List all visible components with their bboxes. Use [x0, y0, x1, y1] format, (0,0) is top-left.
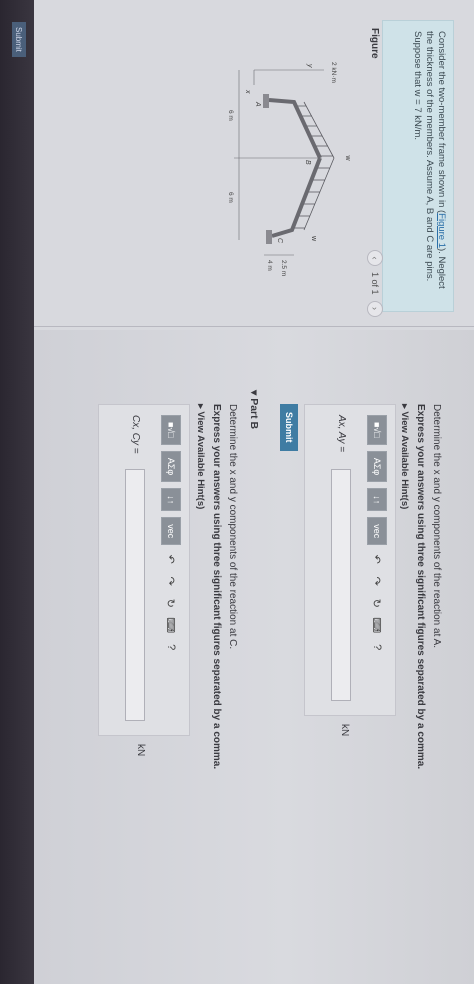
vec-button[interactable]: vec [367, 517, 387, 546]
taskbar-edge [0, 0, 34, 984]
support-c [266, 230, 272, 244]
part-a-answer-box: ■√□ AΣφ ↓↑ vec ↶ ↷ ↻ ⌨ ? Ax, Ay = [304, 404, 396, 716]
frame-figure: w w 2 kN·m A B C 6 m 6 m 2.5 m 4 m y x [227, 62, 351, 276]
part-b-toolbar: ■√□ AΣφ ↓↑ vec ↶ ↷ ↻ ⌨ ? [161, 415, 181, 655]
load-label-left: w [344, 154, 351, 161]
part-a-submit-button[interactable]: Submit [280, 404, 298, 451]
moment-label: 2 kN·m [330, 62, 337, 83]
member-bc [271, 157, 322, 238]
part-a-unit: kN [339, 724, 350, 737]
dim-left-label: 6 m [227, 110, 234, 121]
figure-counter: 1 of 1 [370, 272, 380, 295]
pin-a-label: A [254, 101, 261, 107]
part-b-instruction: Express your answers using three signifi… [211, 404, 222, 770]
panel-divider[interactable] [34, 326, 474, 327]
dim-right-label: 6 m [227, 192, 234, 203]
part-a-answer-input[interactable] [331, 469, 351, 701]
part-b-answer-box: ■√□ AΣφ ↓↑ vec ↶ ↷ ↻ ⌨ ? Cx, Cy = [98, 404, 190, 736]
load-label-right: w [310, 235, 317, 242]
part-a-instruction: Express your answers using three signifi… [415, 404, 426, 770]
vec-button[interactable]: vec [161, 517, 181, 546]
distributed-load-right [293, 157, 335, 231]
dim-base-label: 4 m [266, 260, 273, 271]
rotated-browser-page: Consider the two-member frame shown in (… [0, 0, 474, 984]
member-ab [268, 98, 322, 159]
problem-statement-box: Consider the two-member frame shown in (… [382, 20, 454, 312]
reset-icon[interactable]: ↻ [369, 595, 385, 611]
figure-heading: Figure [369, 28, 380, 59]
chevron-right-icon[interactable]: › [367, 300, 383, 317]
keyboard-icon[interactable]: ⌨ [163, 617, 179, 633]
part-a-toolbar: ■√□ AΣφ ↓↑ vec ↶ ↷ ↻ ⌨ ? [367, 415, 387, 655]
templates-button[interactable]: ■√□ [161, 415, 181, 445]
part-b-header[interactable]: ▾ Part B [248, 390, 260, 429]
redo-icon[interactable]: ↷ [163, 573, 179, 589]
part-a-input-label: Ax, Ay = [336, 415, 347, 453]
figure-link[interactable]: Figure 1 [436, 213, 447, 248]
help-icon[interactable]: ? [163, 639, 179, 655]
problem-text-start: Consider the two-member frame shown in ( [436, 31, 447, 214]
dim-height-label: 2.5 m [280, 260, 287, 276]
undo-icon[interactable]: ↶ [163, 551, 179, 567]
pin-b-label: B [304, 160, 311, 165]
question-panel: Determine the x and y components of the … [36, 344, 456, 984]
undo-icon[interactable]: ↶ [369, 551, 385, 567]
redo-icon[interactable]: ↷ [369, 573, 385, 589]
part-b-unit: kN [135, 744, 146, 757]
arrows-button[interactable]: ↓↑ [161, 488, 181, 512]
photo-of-screen: Consider the two-member frame shown in (… [0, 0, 474, 984]
greek-button[interactable]: AΣφ [161, 450, 181, 483]
help-icon[interactable]: ? [369, 639, 385, 655]
part-b-submit-button[interactable]: Submit [12, 22, 26, 57]
axis-y-label: y [306, 63, 313, 68]
left-panel: Consider the two-member frame shown in (… [34, 0, 474, 330]
part-b-input-label: Cx, Cy = [130, 415, 141, 454]
greek-button[interactable]: AΣφ [367, 450, 387, 483]
figure-navigation: ‹ 1 of 1 › [366, 250, 384, 330]
chevron-left-icon[interactable]: ‹ [367, 250, 383, 266]
keyboard-icon[interactable]: ⌨ [369, 617, 385, 633]
part-b-answer-input[interactable] [125, 469, 145, 721]
pin-c-label: C [276, 238, 283, 244]
part-b-hints-link[interactable]: ▸ View Available Hint(s) [195, 404, 206, 509]
reset-icon[interactable]: ↻ [163, 595, 179, 611]
axis-x-label: x [244, 89, 251, 94]
arrows-button[interactable]: ↓↑ [367, 488, 387, 512]
part-a-question: Determine the x and y components of the … [431, 404, 442, 649]
part-b-hints-label: View Available Hint(s) [195, 411, 206, 510]
templates-button[interactable]: ■√□ [367, 415, 387, 445]
part-b-question: Determine the x and y components of the … [227, 404, 238, 650]
part-a-hints-label: View Available Hint(s) [399, 411, 410, 510]
problem-text: Consider the two-member frame shown in (… [411, 31, 447, 303]
part-b-header-label: Part B [248, 398, 260, 430]
part-a-hints-link[interactable]: ▸ View Available Hint(s) [399, 404, 410, 509]
support-a [263, 94, 269, 108]
